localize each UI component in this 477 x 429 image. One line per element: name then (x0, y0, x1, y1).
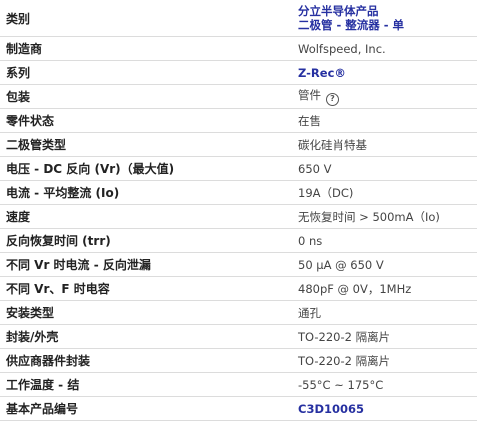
spec-row-base-part-number: 基本产品编号 C3D10065 (0, 396, 477, 421)
spec-row-speed: 速度 无恢复时间 > 500mA（Io) (0, 204, 477, 229)
spec-row-series: 系列 Z-Rec® (0, 60, 477, 85)
spec-value: 480pF @ 0V，1MHz (292, 276, 477, 301)
spec-value: 碳化硅肖特基 (292, 132, 477, 157)
spec-value: 在售 (292, 108, 477, 133)
spec-label: 工作温度 - 结 (0, 372, 292, 397)
spec-row-recovery-time: 反向恢复时间 (trr) 0 ns (0, 228, 477, 253)
spec-label: 封装/外壳 (0, 324, 292, 349)
spec-value: 0 ns (292, 228, 477, 253)
question-circle-icon[interactable]: ? (326, 92, 339, 106)
spec-value: Z-Rec® (292, 60, 477, 85)
category-row: 类别 分立半导体产品 二极管 - 整流器 - 单 (0, 0, 477, 37)
spec-label: 制造商 (0, 36, 292, 61)
spec-label: 包装 (0, 84, 292, 109)
spec-label: 不同 Vr 时电流 - 反向泄漏 (0, 252, 292, 277)
spec-value: 通孔 (292, 300, 477, 325)
spec-row-supplier-package: 供应商器件封装 TO-220-2 隔离片 (0, 348, 477, 373)
category-value: 分立半导体产品 二极管 - 整流器 - 单 (292, 0, 477, 37)
spec-label: 二极管类型 (0, 132, 292, 157)
spec-row-leakage-current: 不同 Vr 时电流 - 反向泄漏 50 µA @ 650 V (0, 252, 477, 277)
spec-label: 供应商器件封装 (0, 348, 292, 373)
spec-label: 电压 - DC 反向 (Vr)（最大值) (0, 156, 292, 181)
spec-row-diode-type: 二极管类型 碳化硅肖特基 (0, 132, 477, 157)
spec-label: 系列 (0, 60, 292, 85)
spec-label: 不同 Vr、F 时电容 (0, 276, 292, 301)
spec-row-manufacturer: 制造商 Wolfspeed, Inc. (0, 36, 477, 61)
spec-value: -55°C ~ 175°C (292, 372, 477, 397)
spec-label: 零件状态 (0, 108, 292, 133)
spec-value: 50 µA @ 650 V (292, 252, 477, 277)
spec-label: 速度 (0, 204, 292, 229)
base-part-link[interactable]: C3D10065 (298, 402, 364, 416)
category-link-discrete[interactable]: 分立半导体产品 (298, 4, 477, 18)
series-link[interactable]: Z-Rec® (298, 66, 346, 80)
spec-row-packaging: 包装 管件? (0, 84, 477, 109)
spec-row-capacitance: 不同 Vr、F 时电容 480pF @ 0V，1MHz (0, 276, 477, 301)
spec-label: 基本产品编号 (0, 396, 292, 421)
spec-row-mounting-type: 安装类型 通孔 (0, 300, 477, 325)
spec-label: 安装类型 (0, 300, 292, 325)
spec-value: 无恢复时间 > 500mA（Io) (292, 204, 477, 229)
product-attributes-table: 类别 分立半导体产品 二极管 - 整流器 - 单 制造商 Wolfspeed, … (0, 0, 477, 421)
spec-value: C3D10065 (292, 396, 477, 421)
spec-value: TO-220-2 隔离片 (292, 324, 477, 349)
category-label: 类别 (0, 0, 292, 37)
spec-value: 19A（DC) (292, 180, 477, 205)
spec-row-part-status: 零件状态 在售 (0, 108, 477, 133)
spec-row-package-case: 封装/外壳 TO-220-2 隔离片 (0, 324, 477, 349)
spec-value: TO-220-2 隔离片 (292, 348, 477, 373)
spec-value: 管件? (292, 84, 477, 109)
category-link-rectifiers[interactable]: 二极管 - 整流器 - 单 (298, 18, 477, 32)
spec-value: 650 V (292, 156, 477, 181)
spec-label: 电流 - 平均整流 (Io) (0, 180, 292, 205)
spec-row-reverse-voltage: 电压 - DC 反向 (Vr)（最大值) 650 V (0, 156, 477, 181)
spec-value: Wolfspeed, Inc. (292, 36, 477, 61)
packaging-value: 管件 (298, 88, 321, 103)
spec-row-rectified-current: 电流 - 平均整流 (Io) 19A（DC) (0, 180, 477, 205)
spec-label: 反向恢复时间 (trr) (0, 228, 292, 253)
spec-row-operating-temp: 工作温度 - 结 -55°C ~ 175°C (0, 372, 477, 397)
